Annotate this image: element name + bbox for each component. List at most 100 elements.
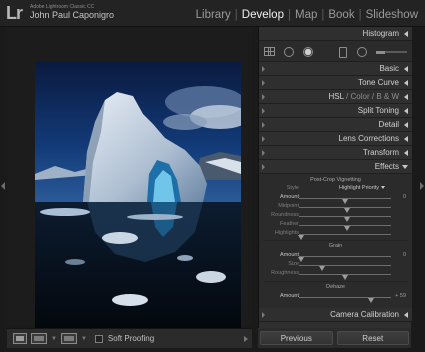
effects-panel-body: Post-Crop Vignetting Style Highlight Pri… bbox=[259, 174, 412, 308]
panel-header-detail[interactable]: Detail bbox=[259, 118, 412, 132]
reset-button[interactable]: Reset bbox=[336, 331, 409, 345]
adjustment-brush-icon[interactable] bbox=[376, 51, 385, 54]
vignette-highlights-row: Highlights bbox=[259, 230, 412, 240]
panel-header-split-toning[interactable]: Split Toning bbox=[259, 104, 412, 118]
basic-label: Basic bbox=[379, 64, 399, 73]
iceberg-photo bbox=[35, 62, 241, 345]
right-panel-toggle-icon[interactable] bbox=[420, 182, 424, 190]
soft-proofing-toggle[interactable]: Soft Proofing bbox=[94, 334, 155, 343]
slider-label: Feather bbox=[280, 221, 299, 227]
module-book[interactable]: Book bbox=[325, 9, 357, 21]
tone-curve-label: Tone Curve bbox=[358, 78, 399, 87]
chevron-down-icon[interactable]: ▼ bbox=[51, 336, 57, 342]
spot-removal-icon[interactable] bbox=[284, 47, 294, 57]
panel-header-camera-calibration[interactable]: Camera Calibration bbox=[259, 308, 412, 322]
collapse-arrow-icon bbox=[404, 108, 408, 114]
transform-label: Transform bbox=[362, 148, 399, 157]
style-label: Style bbox=[286, 185, 299, 191]
dehaze-amount-slider[interactable] bbox=[299, 297, 391, 303]
before-after-swap-icon[interactable] bbox=[60, 333, 77, 344]
soft-proofing-label: Soft Proofing bbox=[107, 334, 155, 343]
panel-toggle-icon[interactable] bbox=[262, 122, 265, 128]
graduated-filter-icon[interactable] bbox=[339, 47, 347, 58]
collapse-arrow-icon bbox=[404, 136, 408, 142]
slider-value[interactable]: 0 bbox=[403, 252, 406, 258]
panel-header-transform[interactable]: Transform bbox=[259, 146, 412, 160]
collapse-arrow-icon bbox=[404, 80, 408, 86]
slider-value[interactable]: + 59 bbox=[395, 293, 406, 299]
panel-toggle-icon[interactable] bbox=[262, 94, 265, 100]
color-tab[interactable]: Color bbox=[351, 92, 370, 101]
loupe-view-icon[interactable] bbox=[13, 333, 27, 344]
panel-toggle-icon[interactable] bbox=[262, 150, 265, 156]
chevron-down-icon[interactable]: ▼ bbox=[81, 336, 87, 342]
collapse-arrow-icon bbox=[404, 31, 408, 37]
vignette-feather-slider[interactable] bbox=[299, 225, 391, 231]
panel-header-histogram[interactable]: Histogram bbox=[259, 27, 412, 41]
vignette-roundness-slider[interactable] bbox=[299, 216, 391, 222]
panel-toggle-icon[interactable] bbox=[262, 312, 265, 318]
camera-calibration-label: Camera Calibration bbox=[330, 310, 399, 319]
panel-toggle-icon[interactable] bbox=[262, 136, 265, 142]
module-picker: Library | Develop | Map | Book | Slidesh… bbox=[193, 9, 421, 21]
view-toolbar: ▼ ▼ Soft Proofing bbox=[7, 328, 252, 348]
tool-slider[interactable] bbox=[385, 51, 407, 53]
soft-proofing-checkbox[interactable] bbox=[94, 334, 103, 343]
vignette-amount-row: Amount 0 bbox=[259, 194, 412, 204]
vignette-midpoint-slider[interactable] bbox=[299, 207, 391, 213]
radial-filter-icon[interactable] bbox=[357, 47, 367, 57]
histogram-label: Histogram bbox=[362, 29, 399, 38]
develop-right-panel: Histogram Basic Tone Curve HSL / Color /… bbox=[258, 27, 412, 348]
before-after-view-icon[interactable] bbox=[31, 333, 47, 344]
slider-label: Roughness bbox=[271, 270, 299, 276]
grain-title: Grain bbox=[328, 243, 343, 249]
module-library[interactable]: Library bbox=[193, 9, 234, 21]
slider-label: Midpoint bbox=[278, 203, 299, 209]
previous-button[interactable]: Previous bbox=[260, 331, 333, 345]
module-slideshow[interactable]: Slideshow bbox=[363, 9, 421, 21]
slider-label: Amount bbox=[280, 293, 299, 299]
grain-amount-slider[interactable] bbox=[297, 256, 391, 262]
vignette-amount-slider[interactable] bbox=[299, 198, 391, 204]
grain-size-slider[interactable] bbox=[299, 265, 391, 271]
panel-toggle-icon[interactable] bbox=[262, 80, 265, 86]
slider-label: Size bbox=[288, 261, 299, 267]
photo-preview[interactable] bbox=[35, 62, 241, 345]
bw-tab[interactable]: B & W bbox=[376, 92, 399, 101]
hsl-tab[interactable]: HSL bbox=[329, 92, 344, 101]
grain-size-row: Size bbox=[259, 261, 412, 271]
panel-header-hsl[interactable]: HSL / Color / B & W bbox=[259, 90, 412, 104]
post-crop-vignetting-title: Post-Crop Vignetting bbox=[310, 177, 361, 183]
crop-overlay-icon[interactable] bbox=[264, 47, 275, 56]
identity-plate: John Paul Caponigro bbox=[30, 10, 115, 20]
panel-header-effects[interactable]: Effects bbox=[259, 160, 412, 174]
module-develop[interactable]: Develop bbox=[239, 9, 287, 21]
collapse-arrow-icon bbox=[404, 150, 408, 156]
vignette-highlights-slider[interactable] bbox=[297, 234, 391, 240]
panel-header-basic[interactable]: Basic bbox=[259, 62, 412, 76]
grain-amount-row: Amount 0 bbox=[259, 252, 412, 262]
image-canvas bbox=[7, 27, 252, 345]
slider-thumb[interactable] bbox=[367, 298, 374, 303]
style-dropdown[interactable]: Highlight Priority bbox=[339, 185, 386, 191]
slider-thumb[interactable] bbox=[342, 275, 348, 280]
panel-header-tone-curve[interactable]: Tone Curve bbox=[259, 76, 412, 90]
collapse-arrow-icon bbox=[404, 312, 408, 318]
vignette-style-row: Style Highlight Priority bbox=[259, 185, 412, 193]
panel-toggle-icon[interactable] bbox=[262, 66, 265, 72]
style-value: Highlight Priority bbox=[339, 185, 380, 191]
grain-roughness-row: Roughness bbox=[259, 270, 412, 280]
slider-value[interactable]: 0 bbox=[403, 194, 406, 200]
section-divider bbox=[263, 240, 408, 241]
panel-toggle-icon[interactable] bbox=[262, 108, 265, 114]
panel-toggle-icon[interactable] bbox=[262, 164, 265, 170]
panel-header-lens-corrections[interactable]: Lens Corrections bbox=[259, 132, 412, 146]
grain-roughness-slider[interactable] bbox=[299, 274, 391, 280]
red-eye-icon[interactable] bbox=[303, 47, 313, 57]
detail-label: Detail bbox=[378, 120, 399, 129]
left-panel-toggle-icon[interactable] bbox=[1, 182, 5, 190]
split-toning-label: Split Toning bbox=[357, 106, 399, 115]
toolbar-menu-icon[interactable] bbox=[244, 335, 248, 342]
vignette-midpoint-row: Midpoint bbox=[259, 203, 412, 213]
module-map[interactable]: Map bbox=[292, 9, 320, 21]
